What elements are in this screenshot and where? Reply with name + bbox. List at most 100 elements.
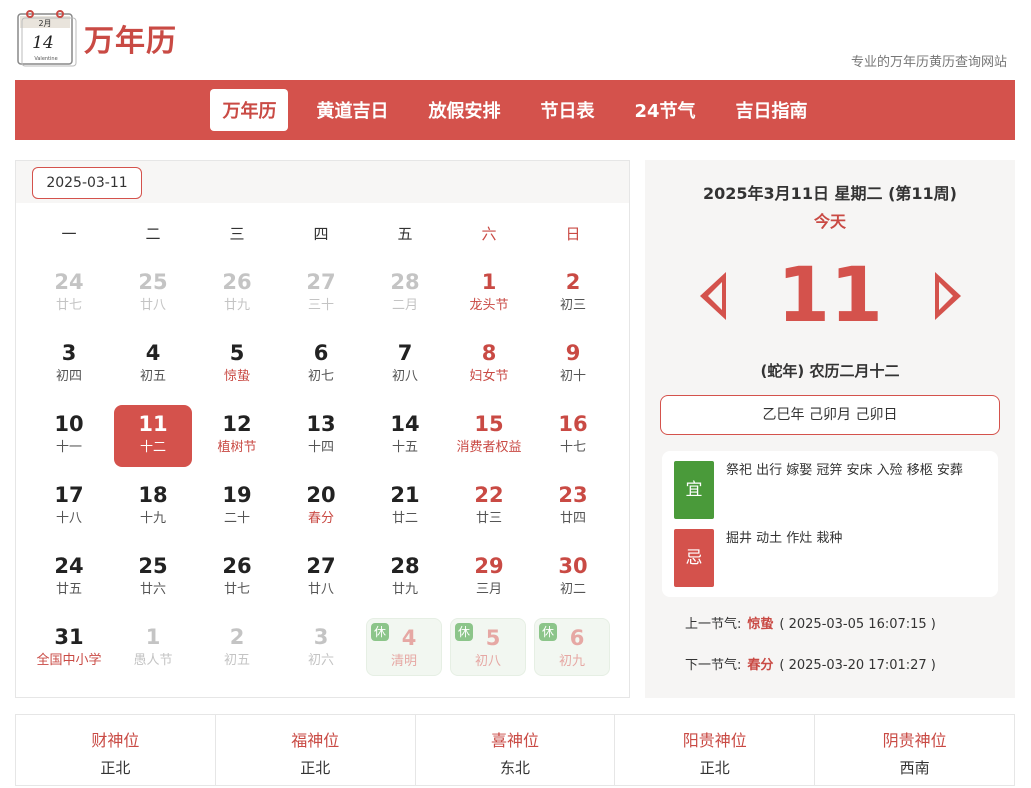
- calendar-day[interactable]: 29 三月: [450, 547, 528, 609]
- calendar-day[interactable]: 26 廿九: [198, 263, 276, 325]
- day-lunar-label: 二月: [391, 298, 418, 313]
- day-number: 31: [54, 625, 84, 649]
- next-day-arrow-icon[interactable]: [935, 272, 961, 320]
- god-value: 正北: [699, 759, 730, 777]
- day-lunar-label: 植树节: [217, 440, 257, 455]
- day-number: 10: [54, 412, 84, 436]
- next-solar-term-name[interactable]: 春分: [747, 658, 773, 673]
- lunar-date: (蛇年) 农历二月十二: [760, 362, 900, 380]
- day-lunar-label: 廿四: [559, 511, 586, 526]
- calendar-day[interactable]: 休 4 清明: [366, 618, 442, 676]
- calendar-day[interactable]: 16 十七: [534, 405, 612, 467]
- day-lunar-label: 三月: [475, 582, 502, 597]
- day-lunar-label: 廿九: [391, 582, 418, 597]
- day-lunar-label: 十九: [139, 511, 166, 526]
- calendar-day[interactable]: 4 初五: [114, 334, 192, 396]
- calendar-day[interactable]: 27 廿八: [282, 547, 360, 609]
- site-logo-text[interactable]: 万年历: [84, 16, 177, 60]
- calendar-day[interactable]: 8 妇女节: [450, 334, 528, 396]
- day-number: 28: [390, 270, 420, 294]
- calendar-day[interactable]: 22 廿三: [450, 476, 528, 538]
- calendar-day[interactable]: 休 5 初八: [450, 618, 526, 676]
- calendar-day[interactable]: 30 初二: [534, 547, 612, 609]
- day-lunar-label: 廿九: [223, 298, 250, 313]
- ji-items: 掘井 动土 作灶 栽种: [726, 531, 843, 546]
- calendar-day[interactable]: 28 廿九: [366, 547, 444, 609]
- calendar-day[interactable]: 5 惊蛰: [198, 334, 276, 396]
- calendar-day[interactable]: 2 初三: [534, 263, 612, 325]
- nav-item-wannianli[interactable]: 万年历: [210, 89, 289, 131]
- god-value: 正北: [300, 759, 331, 777]
- calendar-day[interactable]: 9 初十: [534, 334, 612, 396]
- calendar-day[interactable]: 21 廿二: [366, 476, 444, 538]
- calendar-day[interactable]: 12 植树节: [198, 405, 276, 467]
- calendar-day[interactable]: 1 愚人节: [114, 618, 192, 680]
- god-cell-yin-noble: 阴贵神位 西南: [815, 715, 1014, 785]
- main-nav: 万年历 黄道吉日 放假安排 节日表 24节气 吉日指南: [15, 80, 1015, 140]
- rest-badge: 休: [371, 623, 389, 641]
- calendar-day[interactable]: 20 春分: [282, 476, 360, 538]
- day-lunar-label: 廿七: [223, 582, 250, 597]
- day-lunar-label: 春分: [307, 511, 334, 526]
- day-number: 21: [390, 483, 420, 507]
- day-number: 27: [306, 270, 336, 294]
- svg-text:Valentine: Valentine: [34, 56, 57, 62]
- calendar-day[interactable]: 24 廿七: [30, 263, 108, 325]
- prev-solar-term-time: ( 2025-03-05 16:07:15 ): [779, 617, 936, 632]
- nav-item-auspicious-guide[interactable]: 吉日指南: [724, 89, 820, 131]
- day-number: 26: [222, 270, 252, 294]
- nav-item-huangdao[interactable]: 黄道吉日: [304, 89, 400, 131]
- calendar-day[interactable]: 13 十四: [282, 405, 360, 467]
- calendar-day[interactable]: 18 十九: [114, 476, 192, 538]
- day-lunar-label: 廿三: [475, 511, 502, 526]
- site-tagline: 专业的万年历黄历查询网站: [850, 55, 1007, 70]
- calendar-day[interactable]: 25 廿八: [114, 263, 192, 325]
- calendar-day[interactable]: 10 十一: [30, 405, 108, 467]
- day-lunar-label: 全国中小学: [36, 653, 102, 668]
- calendar-day[interactable]: 1 龙头节: [450, 263, 528, 325]
- calendar-day[interactable]: 休 6 初九: [534, 618, 610, 676]
- calendar-day[interactable]: 23 廿四: [534, 476, 612, 538]
- calendar-day[interactable]: 6 初七: [282, 334, 360, 396]
- day-lunar-label: 初五: [139, 369, 166, 384]
- nav-item-festivals[interactable]: 节日表: [528, 89, 606, 131]
- calendar-day[interactable]: 3 初六: [282, 618, 360, 680]
- day-lunar-label: 三十: [307, 298, 334, 313]
- day-number: 17: [54, 483, 84, 507]
- today-label[interactable]: 今天: [645, 208, 1015, 232]
- calendar-day[interactable]: 2 初五: [198, 618, 276, 680]
- day-lunar-label: 初六: [307, 653, 334, 668]
- day-number: 24: [54, 554, 84, 578]
- calendar-day[interactable]: 3 初四: [30, 334, 108, 396]
- calendar-day[interactable]: 7 初八: [366, 334, 444, 396]
- calendar-day[interactable]: 26 廿七: [198, 547, 276, 609]
- calendar-day[interactable]: 17 十八: [30, 476, 108, 538]
- day-lunar-label: 妇女节: [469, 369, 509, 384]
- god-cell-yang-noble: 阳贵神位 正北: [615, 715, 816, 785]
- calendar-day[interactable]: 28 二月: [366, 263, 444, 325]
- god-cell-joy: 喜神位 东北: [416, 715, 616, 785]
- calendar-logo-icon[interactable]: 2月 14 Valentine: [16, 6, 78, 68]
- calendar-day[interactable]: 19 二十: [198, 476, 276, 538]
- day-lunar-label: 十二: [139, 440, 166, 455]
- calendar-day[interactable]: 15 消费者权益: [450, 405, 528, 467]
- prev-solar-term-name[interactable]: 惊蛰: [747, 617, 773, 632]
- deity-direction-table: 财神位 正北 福神位 正北 喜神位 东北 阳贵神位 正北 阴贵神位 西南: [15, 714, 1015, 786]
- ganzhi-box: 乙巳年 己卯月 己卯日: [660, 395, 1000, 435]
- day-number: 25: [138, 554, 168, 578]
- nav-item-holiday-schedule[interactable]: 放假安排: [416, 89, 512, 131]
- day-number: 27: [306, 554, 336, 578]
- calendar-day[interactable]: 24 廿五: [30, 547, 108, 609]
- calendar-day[interactable]: 31 全国中小学: [30, 618, 108, 680]
- nav-item-solar-terms[interactable]: 24节气: [622, 89, 707, 131]
- god-cell-fortune: 福神位 正北: [216, 715, 416, 785]
- svg-text:14: 14: [32, 33, 54, 53]
- calendar-day[interactable]: 27 三十: [282, 263, 360, 325]
- god-value: 东北: [499, 759, 530, 777]
- calendar-day-today[interactable]: 11 十二: [114, 405, 192, 467]
- day-number: 6: [313, 341, 329, 365]
- prev-solar-term: 上一节气: 惊蛰 ( 2025-03-05 16:07:15 ): [685, 613, 936, 632]
- ji-tag: 忌: [674, 529, 714, 587]
- calendar-day[interactable]: 25 廿六: [114, 547, 192, 609]
- calendar-day[interactable]: 14 十五: [366, 405, 444, 467]
